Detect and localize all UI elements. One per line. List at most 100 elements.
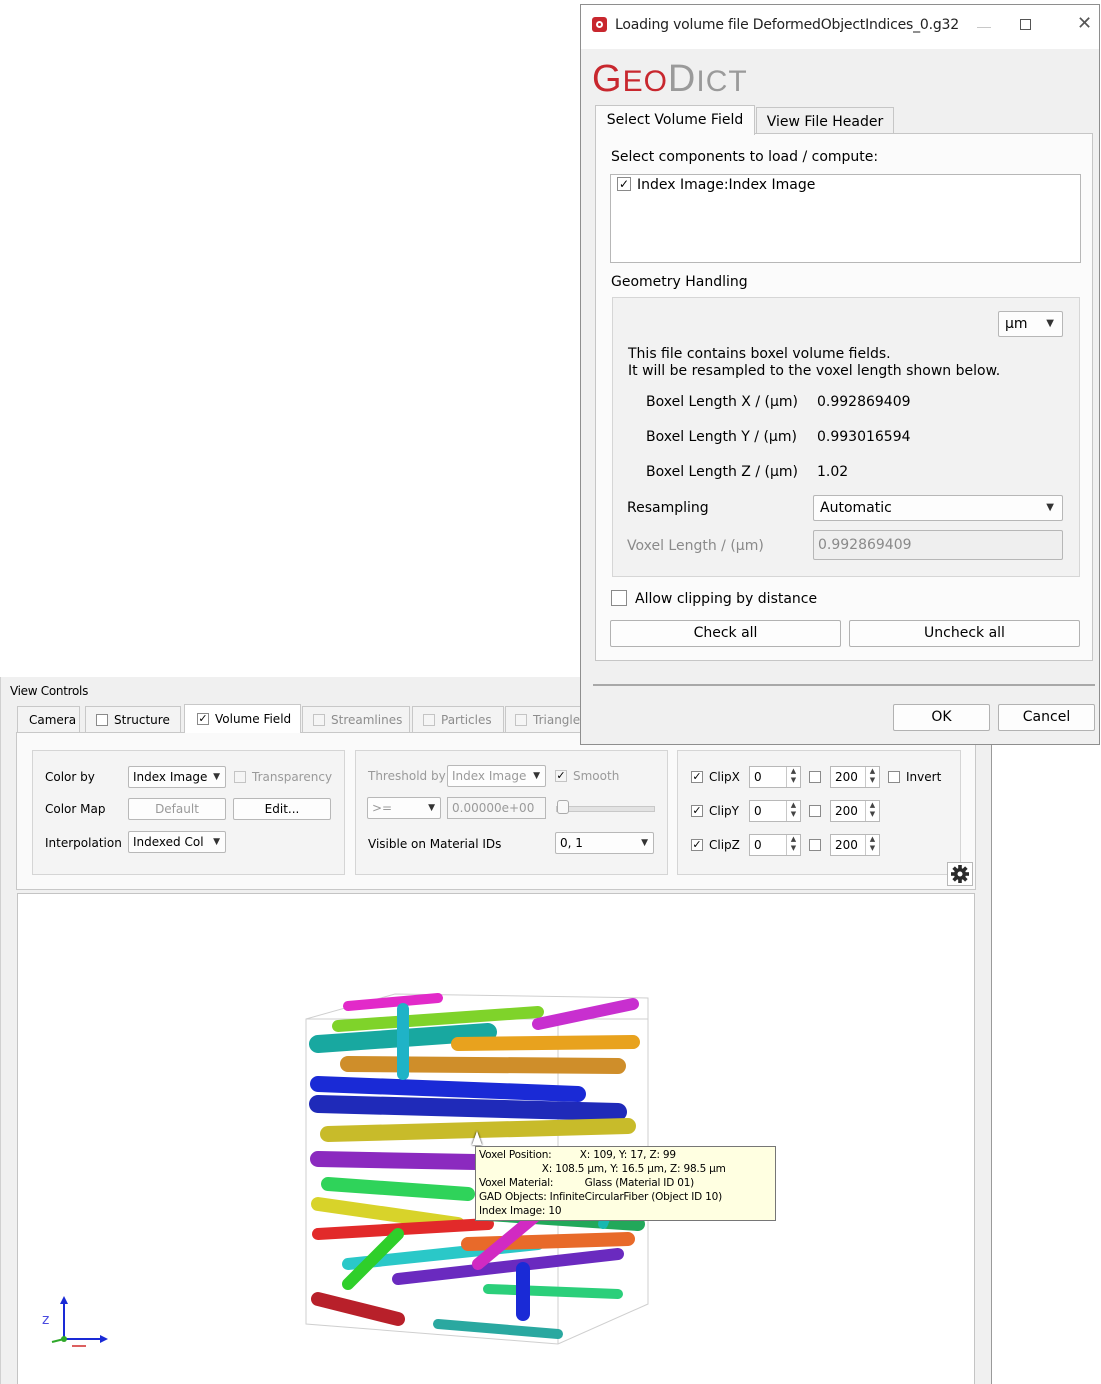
boxel-z-value: 1.02 (817, 464, 849, 480)
tab-particles-checkbox (423, 713, 435, 726)
tab-volume-field-checkbox[interactable] (197, 712, 209, 725)
info-text-line2: It will be resampled to the voxel length… (628, 363, 1001, 379)
tab-streamlines-checkbox (313, 713, 325, 726)
threshold-slider-track (556, 806, 655, 812)
spin-arrows-icon[interactable]: ▲ ▼ (865, 835, 879, 855)
tab-triangle[interactable]: Triangle (505, 706, 585, 733)
logo-part: ICT (696, 65, 748, 98)
spin-arrows-icon[interactable]: ▲ ▼ (865, 767, 879, 787)
color-map-select: Default (128, 798, 226, 820)
edit-color-map-button[interactable]: Edit... (233, 798, 331, 820)
transparency-checkbox[interactable]: Transparency (234, 770, 332, 784)
tab-volume-field[interactable]: Volume Field (184, 704, 301, 733)
threshold-by-label: Threshold by (368, 769, 446, 783)
tab-view-file-header[interactable]: View File Header (756, 107, 894, 136)
color-by-select[interactable]: Index Image ▼ (128, 766, 226, 788)
clipy-max-checkbox[interactable] (809, 804, 827, 819)
clipz-min-spinbox[interactable]: 0 ▲ ▼ (749, 834, 801, 856)
logo-part: G (592, 58, 623, 100)
clipz-max-checkbox-box (809, 838, 821, 851)
maximize-icon[interactable] (1020, 19, 1031, 30)
spin-arrows-icon[interactable]: ▲ ▼ (786, 835, 800, 855)
geodict-logo: GEODICT (592, 58, 748, 101)
clipy-min-spinbox[interactable]: 0 ▲ ▼ (749, 800, 801, 822)
tab-structure[interactable]: Structure (85, 706, 181, 733)
boxel-x-label: Boxel Length X / (µm) (646, 394, 798, 410)
tooltip-line: Voxel Material: Glass (Material ID 01) (479, 1177, 695, 1189)
tab-structure-checkbox[interactable] (96, 713, 108, 726)
allow-clipping-checkbox[interactable]: Allow clipping by distance (611, 590, 818, 607)
clipx-max-spinbox[interactable]: 200 ▲ ▼ (830, 766, 880, 788)
minimize-icon[interactable] (977, 27, 991, 28)
spin-arrows-icon[interactable]: ▲ ▼ (786, 767, 800, 787)
chevron-down-icon: ▼ (1046, 502, 1054, 513)
tab-select-volume-field-label: Select Volume Field (606, 112, 744, 128)
logo-part: EO (622, 65, 668, 98)
tooltip-line: Voxel Position: X: 109, Y: 17, Z: 99 (479, 1149, 676, 1161)
axis-triad-icon: z (42, 1296, 108, 1347)
color-map-value: Default (155, 802, 199, 816)
tab-select-volume-field[interactable]: Select Volume Field (595, 105, 755, 135)
spin-arrows-icon[interactable]: ▲ ▼ (786, 801, 800, 821)
check-all-label: Check all (693, 625, 758, 641)
clipx-min-spinbox[interactable]: 0 ▲ ▼ (749, 766, 801, 788)
interpolation-label: Interpolation (45, 836, 122, 850)
clipy-checkbox-box (691, 804, 703, 817)
clipx-max-value: 200 (835, 770, 858, 784)
resampling-select[interactable]: Automatic ▼ (813, 495, 1063, 521)
clipy-min-value: 0 (754, 804, 762, 818)
fiber-structure-render (305, 993, 649, 1345)
spin-arrows-icon[interactable]: ▲ ▼ (865, 801, 879, 821)
clipz-checkbox-box (691, 838, 703, 851)
view-controls-title: View Controls (10, 684, 89, 698)
tooltip-line: X: 108.5 µm, Y: 16.5 µm, Z: 98.5 µm (479, 1163, 726, 1175)
check-all-button[interactable]: Check all (610, 620, 841, 647)
invert-checkbox[interactable]: Invert (888, 770, 941, 784)
tab-particles[interactable]: Particles (412, 706, 504, 733)
chevron-down-icon: ▼ (213, 837, 220, 847)
clipx-label: ClipX (709, 770, 740, 784)
allow-clipping-label: Allow clipping by distance (635, 591, 818, 607)
interpolation-select[interactable]: Indexed Col ▼ (128, 831, 226, 853)
ok-label: OK (931, 709, 952, 725)
clipy-checkbox[interactable]: ClipY (691, 804, 739, 818)
tab-triangle-checkbox (515, 713, 527, 726)
voxel-length-label: Voxel Length / (µm) (627, 538, 764, 554)
tab-camera[interactable]: Camera (17, 706, 80, 733)
uncheck-all-button[interactable]: Uncheck all (849, 620, 1080, 647)
component-item[interactable]: Index Image:Index Image (617, 177, 815, 193)
resampling-value: Automatic (820, 500, 892, 516)
info-text-line1: This file contains boxel volume fields. (628, 346, 891, 362)
clipz-max-checkbox[interactable] (809, 838, 827, 853)
unit-select[interactable]: µm ▼ (998, 311, 1063, 337)
clipx-max-checkbox[interactable] (809, 770, 827, 785)
clipy-max-spinbox[interactable]: 200 ▲ ▼ (830, 800, 880, 822)
cancel-button[interactable]: Cancel (998, 704, 1095, 731)
tab-streamlines[interactable]: Streamlines (302, 706, 410, 733)
unit-value: µm (1005, 316, 1028, 332)
chevron-down-icon: ▼ (1046, 318, 1054, 329)
clipz-checkbox[interactable]: ClipZ (691, 838, 740, 852)
voxel-length-field: 0.992869409 (813, 530, 1063, 560)
dialog-title: Loading volume file DeformedObjectIndice… (615, 17, 959, 33)
component-checkbox[interactable] (617, 177, 631, 191)
ok-button[interactable]: OK (893, 704, 990, 731)
3d-viewport[interactable]: z (17, 893, 975, 1384)
clipx-checkbox[interactable]: ClipX (691, 770, 740, 784)
clipz-max-spinbox[interactable]: 200 ▲ ▼ (830, 834, 880, 856)
clipy-label: ClipY (709, 804, 739, 818)
settings-button[interactable] (947, 862, 973, 886)
chevron-down-icon: ▼ (428, 803, 435, 813)
logo-part: D (667, 58, 697, 100)
close-icon[interactable]: ✕ (1077, 13, 1092, 35)
component-label: Index Image:Index Image (637, 177, 816, 193)
visible-material-select[interactable]: 0, 1 ▼ (555, 832, 654, 854)
color-map-label: Color Map (45, 802, 106, 816)
clipy-max-value: 200 (835, 804, 858, 818)
uncheck-all-label: Uncheck all (924, 625, 1005, 641)
threshold-value-field: 0.00000e+00 (447, 797, 546, 819)
cancel-label: Cancel (1022, 709, 1071, 725)
voxel-info-tooltip: Voxel Position: X: 109, Y: 17, Z: 99 X: … (475, 1146, 776, 1221)
tab-streamlines-label: Streamlines (331, 713, 403, 727)
clipz-label: ClipZ (709, 838, 740, 852)
